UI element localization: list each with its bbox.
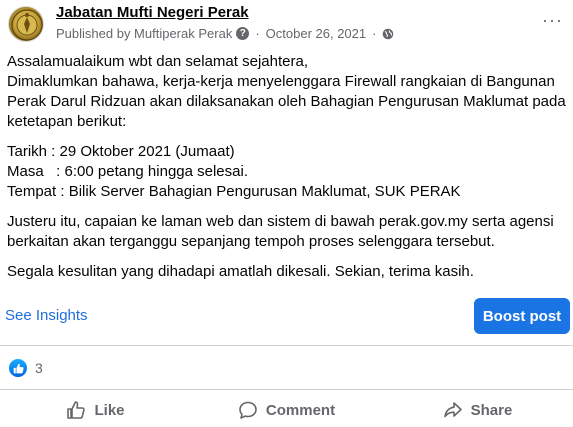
- share-icon: [443, 402, 462, 418]
- post-line: Dimaklumkan bahawa, kerja-kerja menyelen…: [7, 73, 555, 90]
- post-meta: Published by Muftiperak Perak ? · Octobe…: [56, 26, 394, 41]
- more-options-icon[interactable]: ···: [542, 11, 562, 33]
- page-name-link[interactable]: Jabatan Mufti Negeri Perak: [56, 4, 249, 21]
- divider: [0, 345, 573, 346]
- crest-logo: [11, 9, 43, 41]
- post-line: Tempat : Bilik Server Bahagian Pengurusa…: [7, 183, 461, 200]
- post-line: Segala kesulitan yang dihadapi amatlah d…: [7, 263, 474, 280]
- thumbs-up-icon: [67, 401, 86, 419]
- comment-label: Comment: [265, 401, 336, 419]
- boost-post-button[interactable]: Boost post: [474, 298, 570, 334]
- post-line: Masa : 6:00 petang hingga selesai.: [7, 163, 248, 180]
- like-label: Like: [94, 401, 125, 419]
- see-insights-link[interactable]: See Insights: [5, 307, 88, 324]
- comment-icon: [239, 401, 257, 419]
- page-avatar[interactable]: [8, 6, 44, 42]
- published-by-text: Published by Muftiperak Perak: [56, 26, 233, 41]
- like-button[interactable]: Like: [0, 393, 191, 427]
- post-line: Tarikh : 29 Oktober 2021 (Jumaat): [7, 143, 235, 160]
- globe-icon: [383, 28, 394, 39]
- share-label: Share: [470, 401, 513, 419]
- comment-button[interactable]: Comment: [191, 393, 382, 427]
- insights-row: See Insights Boost post: [0, 296, 573, 336]
- post-line: Justeru itu, capaian ke laman web dan si…: [7, 213, 554, 230]
- post-line: ketetapan berikut:: [7, 113, 127, 130]
- post-header: Jabatan Mufti Negeri Perak Published by …: [5, 3, 570, 45]
- reaction-count: 3: [35, 360, 43, 376]
- divider: [0, 389, 573, 390]
- post-line: Assalamualaikum wbt dan selamat sejahter…: [7, 53, 308, 70]
- post-text: Assalamualaikum wbt dan selamat sejahter…: [7, 52, 567, 282]
- post-line: berkaitan akan terganggu sepanjang tempo…: [7, 233, 495, 250]
- help-icon[interactable]: ?: [236, 27, 250, 40]
- share-button[interactable]: Share: [382, 393, 573, 427]
- like-reaction-icon: [9, 359, 27, 377]
- reactions-summary[interactable]: 3: [9, 358, 43, 378]
- post-line: Perak Darul Ridzuan akan dilaksanakan ol…: [7, 93, 566, 110]
- post-date[interactable]: October 26, 2021: [266, 26, 366, 41]
- meta-separator: ·: [255, 26, 260, 41]
- meta-separator-2: ·: [372, 26, 377, 41]
- post-actions: Like Comment Share: [0, 393, 573, 427]
